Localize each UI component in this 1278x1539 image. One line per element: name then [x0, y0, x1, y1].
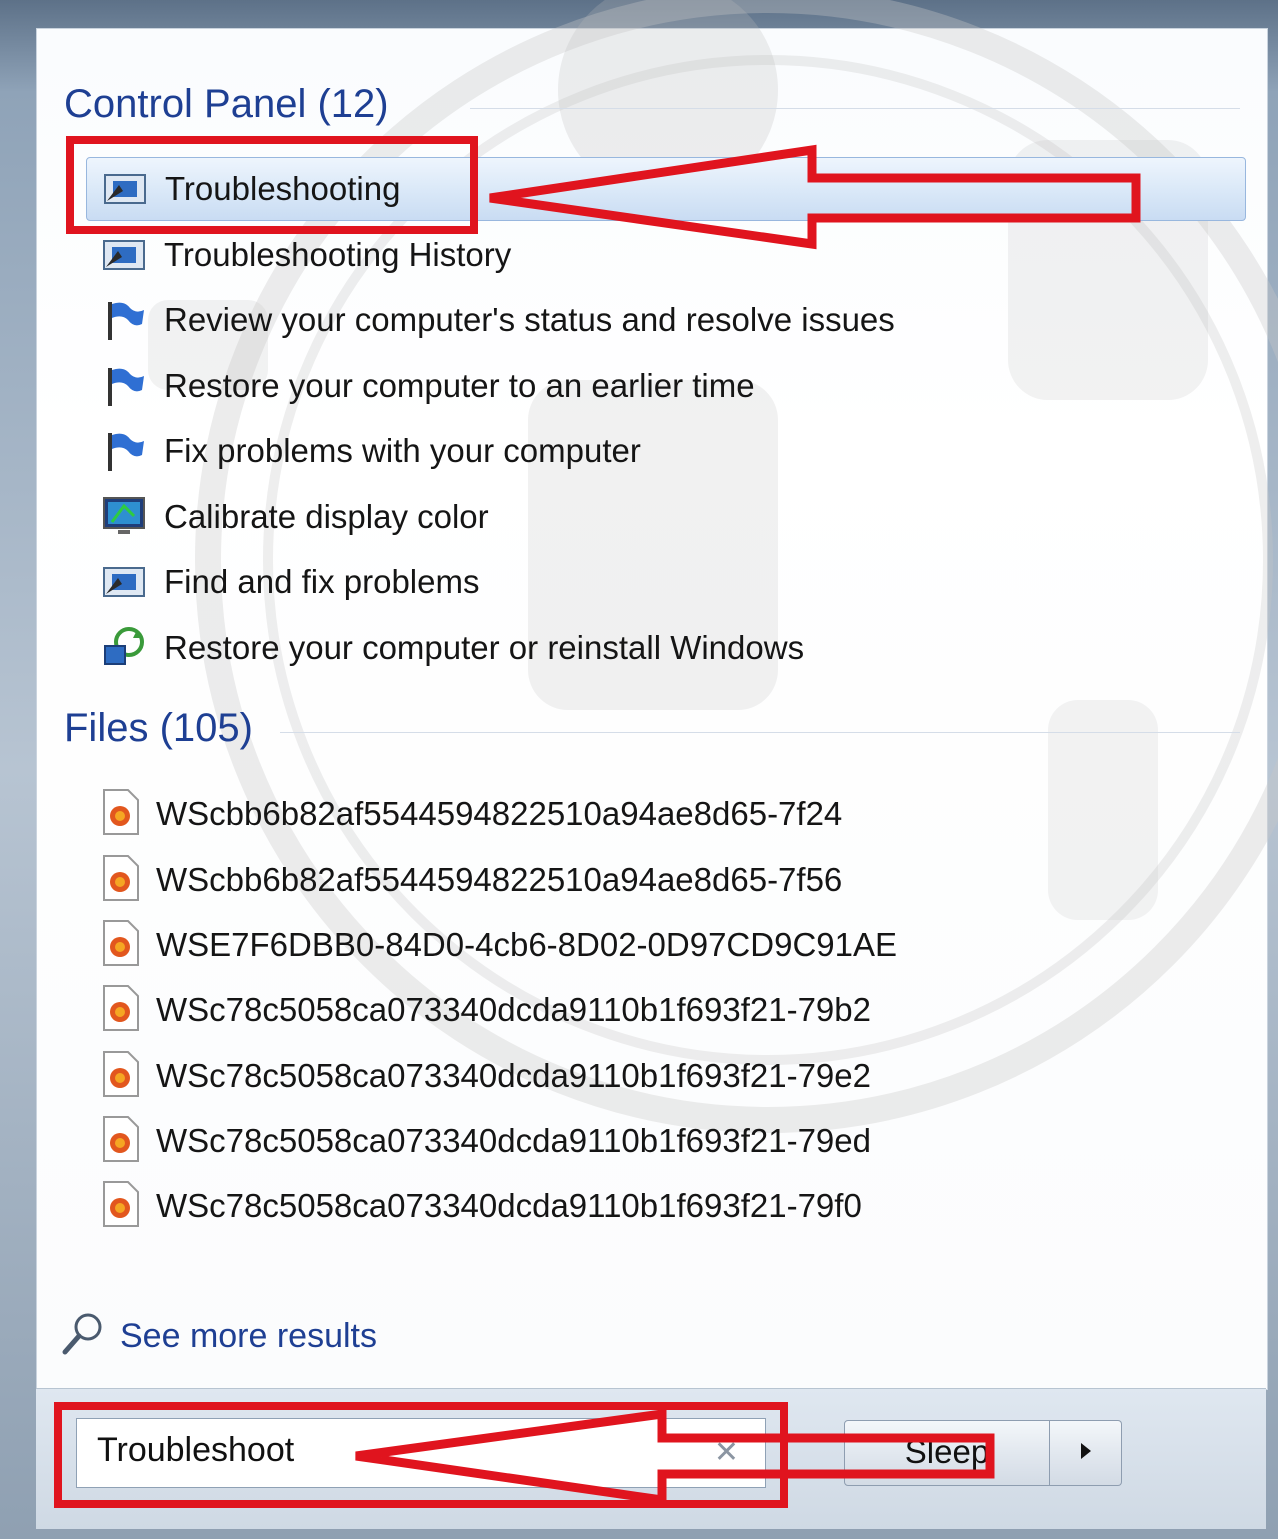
section-divider — [280, 732, 1240, 733]
search-icon — [60, 1311, 106, 1361]
flag-icon — [98, 297, 150, 343]
result-label: Find and fix problems — [164, 563, 480, 600]
files-heading: Files (105) — [64, 706, 253, 750]
result-restore-reinstall[interactable]: Restore your computer or reinstall Windo… — [98, 619, 998, 677]
troubleshooting-icon — [98, 559, 150, 605]
file-result[interactable]: WSc78c5058ca073340dcda9110b1f693f21-79b2 — [98, 980, 871, 1040]
firefox-file-icon — [98, 1115, 142, 1167]
firefox-file-icon — [98, 1180, 142, 1232]
result-label: Restore your computer to an earlier time — [164, 367, 755, 404]
see-more-label: See more results — [120, 1316, 377, 1355]
firefox-file-icon — [98, 788, 142, 840]
result-label: Troubleshooting — [165, 170, 401, 207]
result-troubleshooting[interactable]: Troubleshooting — [86, 157, 1246, 221]
file-result[interactable]: WSc78c5058ca073340dcda9110b1f693f21-79ed — [98, 1111, 871, 1171]
file-name: WSc78c5058ca073340dcda9110b1f693f21-79b2 — [156, 991, 871, 1028]
see-more-results-link[interactable]: See more results — [60, 1308, 377, 1364]
result-label: Review your computer's status and resolv… — [164, 301, 895, 338]
file-name: WScbb6b82af5544594822510a94ae8d65-7f56 — [156, 861, 843, 898]
search-input-value: Troubleshoot — [97, 1431, 295, 1469]
file-name: WScbb6b82af5544594822510a94ae8d65-7f24 — [156, 795, 843, 832]
search-input[interactable]: Troubleshoot ✕ — [76, 1418, 766, 1488]
result-label: Troubleshooting History — [164, 236, 512, 273]
firefox-file-icon — [98, 1050, 142, 1102]
flag-icon — [98, 363, 150, 409]
recovery-icon — [98, 625, 150, 671]
result-find-fix[interactable]: Find and fix problems — [98, 553, 998, 611]
result-label: Fix problems with your computer — [164, 432, 641, 469]
firefox-file-icon — [98, 854, 142, 906]
flag-icon — [98, 428, 150, 474]
sleep-label: Sleep — [904, 1433, 990, 1470]
result-label: Calibrate display color — [164, 498, 489, 535]
result-troubleshooting-history[interactable]: Troubleshooting History — [98, 226, 998, 284]
file-result[interactable]: WSc78c5058ca073340dcda9110b1f693f21-79e2 — [98, 1046, 871, 1106]
monitor-icon — [98, 494, 150, 540]
result-fix-problems[interactable]: Fix problems with your computer — [98, 422, 998, 480]
troubleshooting-icon — [99, 166, 151, 212]
file-result[interactable]: WScbb6b82af5544594822510a94ae8d65-7f24 — [98, 784, 842, 844]
file-name: WSc78c5058ca073340dcda9110b1f693f21-79e2 — [156, 1057, 871, 1094]
result-review-status[interactable]: Review your computer's status and resolv… — [98, 291, 998, 349]
result-calibrate-color[interactable]: Calibrate display color — [98, 488, 998, 546]
result-restore-earlier[interactable]: Restore your computer to an earlier time — [98, 357, 998, 415]
close-icon[interactable]: ✕ — [714, 1435, 739, 1470]
firefox-file-icon — [98, 919, 142, 971]
file-name: WSE7F6DBB0-84D0-4cb6-8D02-0D97CD9C91AE — [156, 926, 898, 963]
file-name: WSc78c5058ca073340dcda9110b1f693f21-79ed — [156, 1122, 871, 1159]
troubleshooting-icon — [98, 232, 150, 278]
power-options-button[interactable] — [1050, 1420, 1122, 1486]
file-result[interactable]: WSc78c5058ca073340dcda9110b1f693f21-79f0 — [98, 1176, 862, 1236]
control-panel-heading: Control Panel (12) — [64, 82, 389, 126]
section-divider — [470, 108, 1240, 109]
sleep-button[interactable]: Sleep — [844, 1420, 1050, 1486]
result-label: Restore your computer or reinstall Windo… — [164, 629, 805, 666]
file-name: WSc78c5058ca073340dcda9110b1f693f21-79f0 — [156, 1187, 862, 1224]
file-result[interactable]: WSE7F6DBB0-84D0-4cb6-8D02-0D97CD9C91AE — [98, 915, 897, 975]
chevron-right-icon — [1079, 1441, 1093, 1465]
file-result[interactable]: WScbb6b82af5544594822510a94ae8d65-7f56 — [98, 850, 842, 910]
firefox-file-icon — [98, 984, 142, 1036]
